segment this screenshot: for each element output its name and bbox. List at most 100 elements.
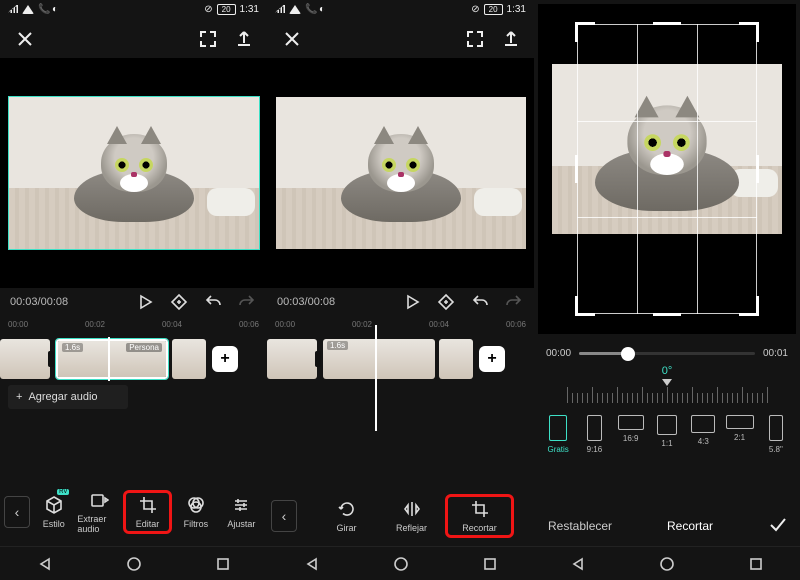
crop-icon — [138, 495, 158, 515]
ratio-5-8[interactable]: 5.8" — [760, 415, 792, 454]
redo-button[interactable] — [237, 292, 257, 312]
clip-next[interactable] — [439, 339, 473, 379]
clip-prev[interactable] — [267, 339, 317, 379]
tool-label: Editar — [136, 519, 160, 529]
redo-button[interactable] — [504, 292, 524, 312]
video-preview[interactable] — [0, 58, 267, 288]
clip-prev[interactable] — [0, 339, 50, 379]
crop-handle-bl[interactable] — [575, 296, 595, 316]
plus-icon: + — [16, 391, 22, 403]
ratio-box-icon — [618, 415, 644, 430]
export-button[interactable] — [229, 24, 257, 52]
close-button[interactable] — [10, 24, 38, 52]
tool-extraer-audio[interactable]: Extraer audio — [77, 486, 120, 538]
nav-recents-icon[interactable] — [482, 556, 498, 572]
crop-handle-br[interactable] — [739, 296, 759, 316]
clip-next[interactable] — [172, 339, 206, 379]
fullscreen-button[interactable] — [193, 24, 221, 52]
nav-back-icon[interactable] — [570, 556, 586, 572]
ratio-2-1[interactable]: 2:1 — [723, 415, 755, 454]
clip-duration-label: 1.6s — [327, 341, 348, 350]
clip-transition[interactable] — [315, 351, 321, 367]
crop-handle-bottom[interactable] — [653, 313, 681, 316]
close-button[interactable] — [277, 24, 305, 52]
clip-track[interactable]: 1.6s Persona + — [0, 337, 267, 381]
playhead[interactable] — [108, 337, 110, 381]
tool-reflejar[interactable]: Reflejar — [380, 495, 443, 537]
upload-icon — [234, 29, 252, 47]
video-preview[interactable] — [267, 58, 534, 288]
reset-button[interactable]: Restablecer — [548, 519, 612, 533]
nav-home-icon[interactable] — [393, 556, 409, 572]
nav-home-icon[interactable] — [126, 556, 142, 572]
ratio-box-icon — [691, 415, 715, 433]
tool-girar[interactable]: Girar — [315, 495, 378, 537]
ratio-box-icon — [726, 415, 754, 429]
nav-recents-icon[interactable] — [215, 556, 231, 572]
signal-icon — [8, 5, 18, 13]
crop-handle-top[interactable] — [653, 22, 681, 25]
editor-panel-transform: 📞 ◐ ⊘ 20 1:31 00:03/00 — [267, 0, 534, 580]
playhead[interactable] — [375, 325, 377, 431]
confirm-button[interactable] — [768, 515, 786, 536]
ruler-mark: 00:06 — [506, 320, 526, 329]
scrub-start: 00:00 — [546, 348, 571, 359]
close-icon — [15, 29, 33, 47]
crop-handle-tl[interactable] — [575, 22, 595, 42]
nav-back-icon[interactable] — [37, 556, 53, 572]
undo-button[interactable] — [470, 292, 490, 312]
ratio-9-16[interactable]: 9:16 — [578, 415, 610, 454]
crop-preview[interactable] — [538, 4, 796, 334]
ratio-1-1[interactable]: 1:1 — [651, 415, 683, 454]
toolbar-back-button[interactable]: ‹ — [4, 496, 30, 528]
tool-estilo[interactable]: RV Estilo — [32, 491, 75, 533]
crop-grid — [577, 24, 757, 314]
bottom-toolbar: ‹ RV Estilo Extraer audio Editar Filtros… — [0, 478, 267, 546]
rotation-scale[interactable] — [546, 379, 788, 403]
add-clip-button[interactable]: + — [479, 346, 505, 372]
bottom-toolbar: ‹ Girar Reflejar Recortar — [267, 486, 534, 546]
clip-selected[interactable]: 1.6s Persona — [56, 339, 168, 379]
add-clip-button[interactable]: + — [212, 346, 238, 372]
app-icon: ◐ — [52, 4, 62, 14]
tool-editar[interactable]: Editar — [123, 490, 172, 534]
crop-handle-tr[interactable] — [739, 22, 759, 42]
tool-ajustar[interactable]: Ajustar — [220, 491, 263, 533]
clip-main[interactable]: 1.6s — [323, 339, 435, 379]
add-audio-label: Agregar audio — [28, 391, 97, 403]
clip-transition[interactable] — [48, 351, 54, 367]
scrub-knob[interactable] — [621, 347, 635, 361]
nav-back-icon[interactable] — [304, 556, 320, 572]
undo-button[interactable] — [203, 292, 223, 312]
nav-home-icon[interactable] — [659, 556, 675, 572]
tool-filtros[interactable]: Filtros — [174, 491, 217, 533]
keyframe-button[interactable] — [436, 292, 456, 312]
scrub-slider[interactable] — [579, 352, 755, 355]
add-audio-button[interactable]: + Agregar audio — [8, 385, 128, 409]
ratio-16-9[interactable]: 16:9 — [615, 415, 647, 454]
crop-handle-left[interactable] — [575, 155, 578, 183]
ratio-label: 4:3 — [698, 437, 709, 446]
play-button[interactable] — [402, 292, 422, 312]
crop-frame[interactable] — [577, 24, 757, 314]
extract-audio-icon — [89, 490, 109, 510]
toolbar-back-button[interactable]: ‹ — [271, 500, 297, 532]
ratio-box-icon — [549, 415, 567, 441]
nav-recents-icon[interactable] — [748, 556, 764, 572]
wifi-icon — [22, 5, 34, 14]
play-button[interactable] — [135, 292, 155, 312]
keyframe-button[interactable] — [169, 292, 189, 312]
ratio-4-3[interactable]: 4:3 — [687, 415, 719, 454]
cube-icon — [44, 495, 64, 515]
clip-track[interactable]: 1.6s + — [267, 337, 534, 381]
crop-handle-right[interactable] — [756, 155, 759, 183]
tool-recortar[interactable]: Recortar — [445, 494, 514, 538]
fullscreen-button[interactable] — [460, 24, 488, 52]
android-navbar — [534, 546, 800, 580]
new-badge: RV — [57, 489, 69, 495]
export-button[interactable] — [496, 24, 524, 52]
ratio-gratis[interactable]: Gratis — [542, 415, 574, 454]
tool-label: Reflejar — [396, 523, 427, 533]
ruler-mark: 00:02 — [352, 320, 372, 329]
tool-label: Ajustar — [227, 519, 255, 529]
